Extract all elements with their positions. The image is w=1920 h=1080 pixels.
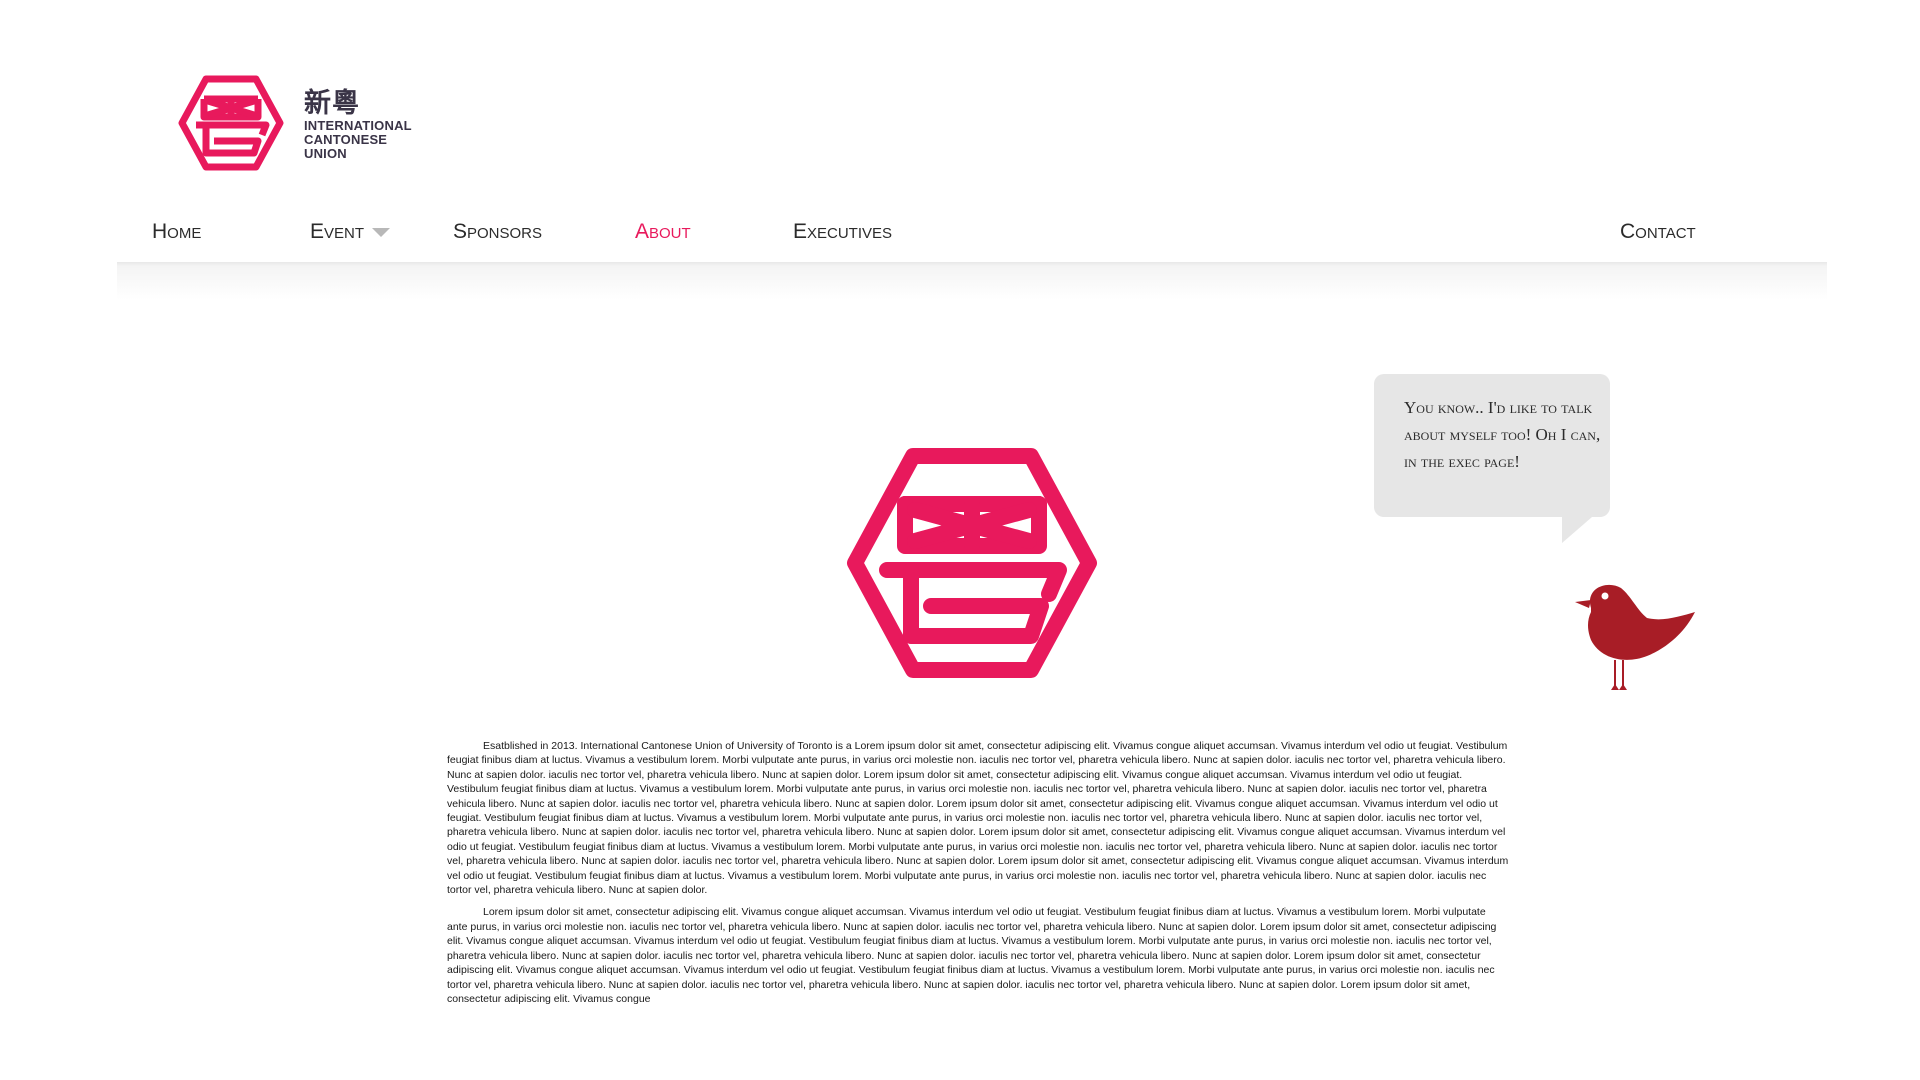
speech-bubble-text: You know.. I'd like to talk about myself…	[1404, 398, 1601, 471]
logo-line-2: CANTONESE	[304, 132, 388, 147]
bird-icon	[1575, 584, 1695, 690]
about-paragraph-2: Lorem ipsum dolor sit amet, consectetur …	[447, 906, 1497, 1005]
nav-shadow	[117, 262, 1827, 300]
nav-contact[interactable]: Contact	[1620, 220, 1696, 244]
speech-bubble-tail	[1562, 517, 1592, 543]
speech-bubble: You know.. I'd like to talk about myself…	[1374, 374, 1610, 517]
nav-event[interactable]: Event	[310, 220, 391, 244]
logo-english-text: INTERNATIONAL CANTONESE UNION	[304, 119, 412, 161]
logo-line-3: UNION	[304, 146, 347, 161]
about-paragraph-1: Esatblished in 2013. International Canto…	[447, 740, 1509, 897]
nav-about[interactable]: About	[635, 220, 691, 244]
chevron-down-icon	[372, 227, 391, 237]
main-nav: Home Event Sponsors About Executives Con…	[117, 210, 1827, 262]
nav-sponsors[interactable]: Sponsors	[453, 220, 542, 244]
nav-event-label: Event	[310, 220, 365, 243]
center-logo-icon	[847, 448, 1097, 678]
site-logo[interactable]: 新粵 INTERNATIONAL CANTONESE UNION	[178, 73, 418, 173]
nav-home[interactable]: Home	[152, 220, 201, 244]
nav-executives[interactable]: Executives	[793, 220, 892, 244]
ice-union-logo-icon	[178, 75, 284, 171]
about-content: Esatblished in 2013. International Canto…	[447, 739, 1509, 1014]
logo-line-1: INTERNATIONAL	[304, 118, 412, 133]
logo-chinese-text: 新粵	[304, 88, 360, 119]
